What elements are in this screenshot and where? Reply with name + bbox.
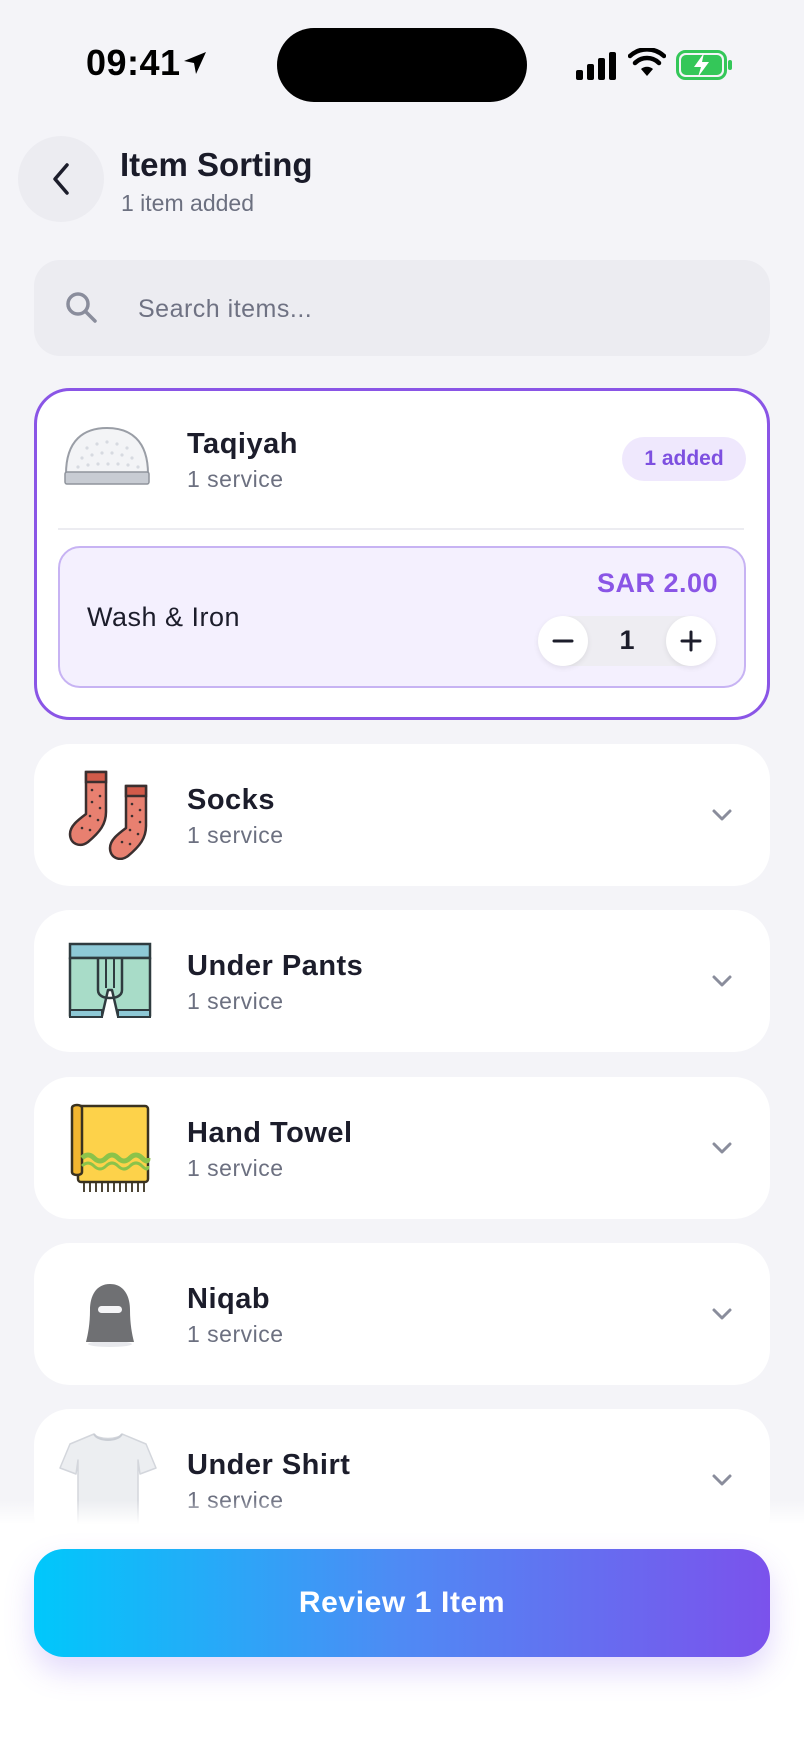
- item-services-count: 1 service: [187, 1321, 284, 1347]
- quantity-value: 1: [619, 625, 635, 655]
- chevron-down-icon[interactable]: [708, 1134, 736, 1162]
- plus-icon: [680, 630, 702, 652]
- status-bar: 09:41: [0, 0, 804, 120]
- item-services-count: 1 service: [187, 1155, 284, 1181]
- back-button[interactable]: [18, 136, 104, 222]
- item-card-niqab[interactable]: [34, 1243, 770, 1385]
- item-services-count: 1 service: [187, 822, 284, 848]
- chevron-down-icon[interactable]: [708, 1300, 736, 1328]
- search-input[interactable]: [138, 292, 738, 326]
- hand-towel-image: [70, 1103, 151, 1192]
- socks-image: [68, 770, 148, 860]
- battery-charging-icon: [676, 50, 732, 80]
- bottom-fade: [0, 1500, 804, 1524]
- chevron-down-icon[interactable]: [708, 967, 736, 995]
- location-arrow-icon: [184, 52, 206, 74]
- review-items-button[interactable]: Review 1 Item: [34, 1549, 770, 1657]
- added-badge: 1 added: [622, 437, 746, 481]
- page-title: Item Sorting: [120, 146, 313, 183]
- niqab-image: [86, 1284, 134, 1347]
- wifi-icon: [628, 48, 666, 76]
- chevron-down-icon[interactable]: [708, 1466, 736, 1494]
- under-pants-image: [68, 942, 152, 1018]
- chevron-down-icon[interactable]: [708, 801, 736, 829]
- divider: [58, 528, 744, 530]
- item-services-count: 1 service: [187, 466, 284, 492]
- service-name: Wash & Iron: [87, 602, 241, 632]
- decrease-quantity-button[interactable]: [538, 616, 588, 666]
- status-time: 09:41: [86, 42, 181, 83]
- cellular-signal-icon: [576, 52, 616, 80]
- item-name: Niqab: [187, 1283, 271, 1315]
- increase-quantity-button[interactable]: [666, 616, 716, 666]
- item-name: Socks: [187, 784, 275, 816]
- search-icon: [66, 292, 97, 323]
- minus-icon: [552, 639, 574, 643]
- item-services-count: 1 service: [187, 988, 284, 1014]
- taqiyah-image: [64, 426, 150, 485]
- item-name: Under Shirt: [187, 1449, 351, 1481]
- item-name: Taqiyah: [187, 428, 298, 460]
- chevron-left-icon: [53, 163, 69, 195]
- dynamic-island: [277, 28, 527, 102]
- service-price: SAR 2.00: [596, 568, 718, 598]
- page-subtitle: 1 item added: [121, 190, 254, 216]
- item-name: Hand Towel: [187, 1117, 353, 1149]
- item-name: Under Pants: [187, 950, 364, 982]
